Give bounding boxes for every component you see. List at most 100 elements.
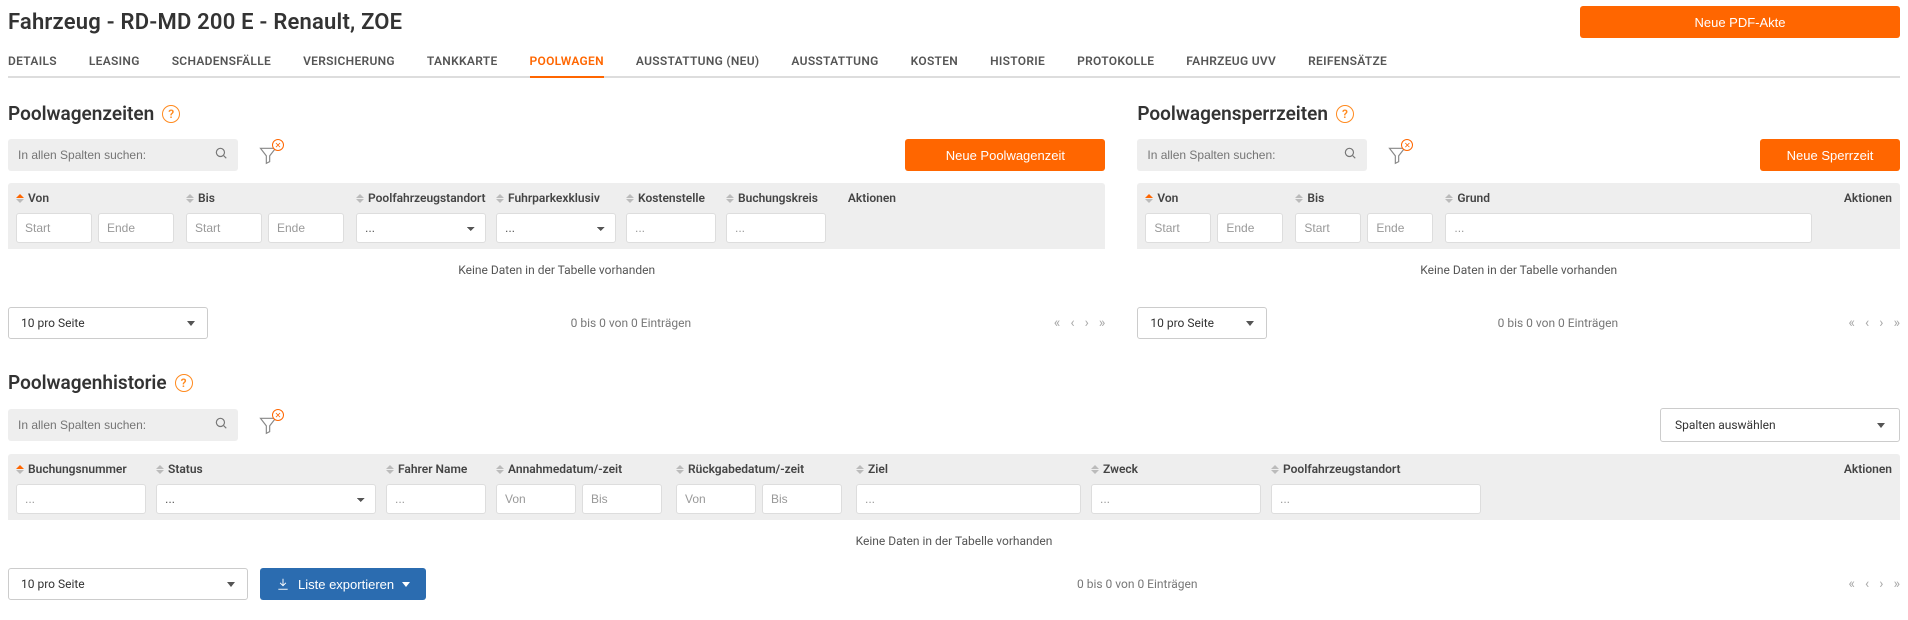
- col-von: Von: [28, 191, 49, 205]
- chevron-down-icon: [402, 582, 410, 587]
- sort-icon[interactable]: [496, 194, 504, 203]
- pwz-standort-select[interactable]: ...: [356, 213, 486, 243]
- pager-first[interactable]: «: [1054, 315, 1061, 331]
- pwz-bis-ende[interactable]: [268, 213, 344, 243]
- pwz-von-ende[interactable]: [98, 213, 174, 243]
- pwz-page-size[interactable]: 10 pro Seite: [8, 307, 208, 339]
- new-pdf-button[interactable]: Neue PDF-Akte: [1580, 6, 1900, 38]
- spz-bis-start[interactable]: [1295, 213, 1361, 243]
- export-icon: [276, 577, 290, 591]
- hist-standort[interactable]: [1271, 484, 1481, 514]
- sort-icon[interactable]: [156, 465, 164, 474]
- col-grund: Grund: [1457, 191, 1490, 205]
- pager-prev[interactable]: ‹: [1865, 576, 1869, 592]
- sort-icon[interactable]: [496, 465, 504, 474]
- tab-poolwagen[interactable]: POOLWAGEN: [530, 46, 604, 76]
- col-rueckgabe: Rückgabedatum/-zeit: [688, 462, 804, 476]
- pager-first[interactable]: «: [1848, 576, 1855, 592]
- sort-icon[interactable]: [1295, 194, 1303, 203]
- hist-columns-select[interactable]: Spalten auswählen: [1660, 408, 1900, 442]
- pager-next[interactable]: ›: [1879, 315, 1883, 331]
- hist-search-input[interactable]: [18, 418, 206, 432]
- clear-filter-icon: ✕: [272, 139, 284, 151]
- chevron-down-icon: [227, 582, 235, 587]
- hist-annahme-bis[interactable]: [582, 484, 662, 514]
- pwz-fuhrpark-select[interactable]: ...: [496, 213, 616, 243]
- sort-icon[interactable]: [186, 194, 194, 203]
- pager-last[interactable]: »: [1099, 315, 1106, 331]
- hist-rueckgabe-von[interactable]: [676, 484, 756, 514]
- pwz-new-button[interactable]: Neue Poolwagenzeit: [905, 139, 1105, 171]
- spz-filter-reset[interactable]: ✕: [1383, 141, 1411, 169]
- sort-icon[interactable]: [1271, 465, 1279, 474]
- tab-protokolle[interactable]: PROTOKOLLE: [1077, 46, 1154, 76]
- col-von: Von: [1157, 191, 1178, 205]
- tab-ausstattung-neu[interactable]: AUSSTATTUNG (NEU): [636, 46, 760, 76]
- pwz-buchungskreis[interactable]: [726, 213, 826, 243]
- sort-icon[interactable]: [1091, 465, 1099, 474]
- help-icon[interactable]: ?: [175, 374, 193, 392]
- sort-icon[interactable]: [856, 465, 864, 474]
- spz-von-start[interactable]: [1145, 213, 1211, 243]
- pager-first[interactable]: «: [1848, 315, 1855, 331]
- pager-prev[interactable]: ‹: [1865, 315, 1869, 331]
- pwz-search-box[interactable]: [8, 139, 238, 171]
- hist-zweck[interactable]: [1091, 484, 1261, 514]
- hist-buchungsnr[interactable]: [16, 484, 146, 514]
- hist-search-box[interactable]: [8, 409, 238, 441]
- spz-search-input[interactable]: [1147, 148, 1335, 162]
- tab-fahrzeug-uvv[interactable]: FAHRZEUG UVV: [1186, 46, 1276, 76]
- chevron-down-icon: [1877, 423, 1885, 428]
- hist-annahme-von[interactable]: [496, 484, 576, 514]
- col-aktionen: Aktionen: [848, 191, 896, 205]
- pwz-bis-start[interactable]: [186, 213, 262, 243]
- hist-ziel[interactable]: [856, 484, 1081, 514]
- pager-last[interactable]: »: [1893, 576, 1900, 592]
- spz-search-box[interactable]: [1137, 139, 1367, 171]
- help-icon[interactable]: ?: [1336, 105, 1354, 123]
- hist-fahrer[interactable]: [386, 484, 486, 514]
- spz-grund[interactable]: [1445, 213, 1812, 243]
- sort-icon[interactable]: [726, 194, 734, 203]
- sort-icon[interactable]: [356, 194, 364, 203]
- hist-page-size[interactable]: 10 pro Seite: [8, 568, 248, 600]
- sort-icon[interactable]: [626, 194, 634, 203]
- sort-icon[interactable]: [386, 465, 394, 474]
- spz-bis-ende[interactable]: [1367, 213, 1433, 243]
- pager-next[interactable]: ›: [1879, 576, 1883, 592]
- spz-von-ende[interactable]: [1217, 213, 1283, 243]
- export-button[interactable]: Liste exportieren: [260, 568, 426, 600]
- hist-rueckgabe-bis[interactable]: [762, 484, 842, 514]
- hist-status[interactable]: ...: [156, 484, 376, 514]
- page-title: Fahrzeug - RD-MD 200 E - Renault, ZOE: [8, 10, 402, 35]
- pager-prev[interactable]: ‹: [1070, 315, 1074, 331]
- tab-reifensaetze[interactable]: REIFENSÄTZE: [1308, 46, 1387, 76]
- pwz-no-data: Keine Daten in der Tabelle vorhanden: [8, 249, 1105, 283]
- tab-historie[interactable]: HISTORIE: [990, 46, 1045, 76]
- spz-page-size[interactable]: 10 pro Seite: [1137, 307, 1267, 339]
- hist-filter-reset[interactable]: ✕: [254, 411, 282, 439]
- tab-versicherung[interactable]: VERSICHERUNG: [303, 46, 395, 76]
- tab-ausstattung[interactable]: AUSSTATTUNG: [791, 46, 878, 76]
- tab-schadensfaelle[interactable]: SCHADENSFÄLLE: [172, 46, 271, 76]
- pwz-filter-reset[interactable]: ✕: [254, 141, 282, 169]
- pwz-kostenstelle[interactable]: [626, 213, 716, 243]
- col-aktionen: Aktionen: [1844, 462, 1892, 476]
- help-icon[interactable]: ?: [162, 105, 180, 123]
- sort-icon[interactable]: [1145, 194, 1153, 203]
- sort-icon[interactable]: [16, 465, 24, 474]
- tab-leasing[interactable]: LEASING: [89, 46, 140, 76]
- spz-new-button[interactable]: Neue Sperrzeit: [1760, 139, 1900, 171]
- pwz-search-input[interactable]: [18, 148, 206, 162]
- sort-icon[interactable]: [1445, 194, 1453, 203]
- pwz-entries-info: 0 bis 0 von 0 Einträgen: [220, 316, 1042, 330]
- sort-icon[interactable]: [16, 194, 24, 203]
- pager-last[interactable]: »: [1893, 315, 1900, 331]
- pwz-von-start[interactable]: [16, 213, 92, 243]
- tab-kosten[interactable]: KOSTEN: [911, 46, 958, 76]
- pager-next[interactable]: ›: [1085, 315, 1089, 331]
- tab-details[interactable]: DETAILS: [8, 46, 57, 76]
- new-pdf-label: Neue PDF-Akte: [1694, 15, 1785, 30]
- sort-icon[interactable]: [676, 465, 684, 474]
- tab-tankkarte[interactable]: TANKKARTE: [427, 46, 498, 76]
